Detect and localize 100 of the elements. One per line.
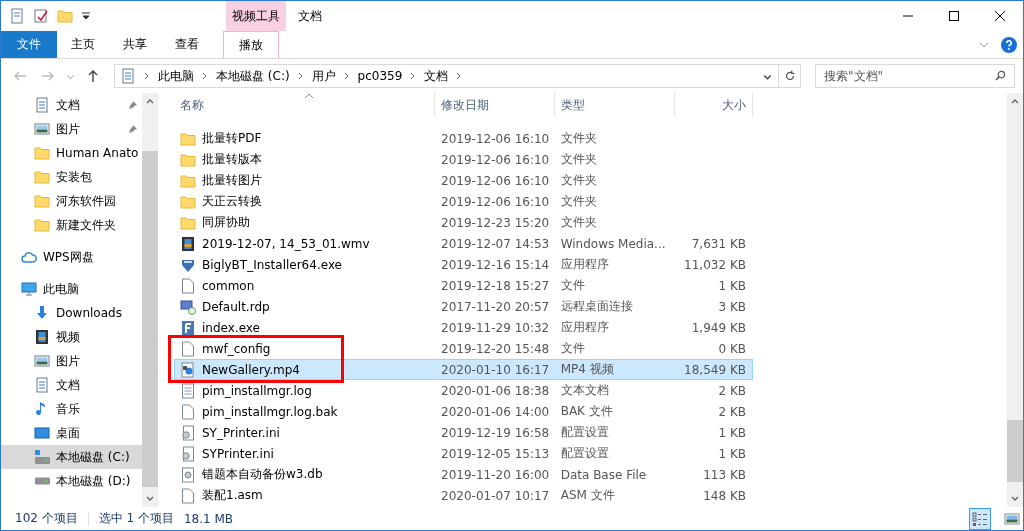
- file-row[interactable]: NewGallery.mp4 2020-01-10 16:17 MP4 视频 18,549 KB: [174, 359, 753, 380]
- file-row[interactable]: 批量转图片 2019-12-06 16:10 文件夹: [174, 170, 753, 191]
- remote-desktop-icon: [180, 298, 196, 315]
- chevron-icon[interactable]: [456, 72, 463, 80]
- ribbon-tab[interactable]: 查看: [161, 31, 213, 58]
- file-row[interactable]: SYPrinter.ini 2019-12-05 15:13 配置设置 1 KB: [174, 443, 753, 464]
- film-icon: [180, 235, 196, 252]
- file-row[interactable]: pim_installmgr.log.bak 2020-01-06 14:00 BAK 文件 2 KB: [174, 401, 753, 422]
- file-row[interactable]: 批量转版本 2019-12-06 16:10 文件夹: [174, 149, 753, 170]
- context-tab-group: 视频工具: [226, 1, 286, 31]
- table-cell: 1 KB: [718, 446, 746, 461]
- sidebar-item[interactable]: 桌面: [1, 421, 142, 445]
- column-header[interactable]: 名称: [174, 93, 435, 117]
- file-row[interactable]: BiglyBT_Installer64.exe 2019-12-16 15:14 应用程序 11,032 KB: [174, 254, 753, 275]
- file-row[interactable]: mwf_config 2019-12-20 15:48 文件 0 KB: [174, 338, 753, 359]
- sidebar-item[interactable]: 文档: [1, 373, 142, 397]
- chevron-icon[interactable]: [410, 72, 417, 80]
- help-icon[interactable]: [1001, 36, 1017, 53]
- table-cell: 113 KB: [703, 467, 746, 482]
- drive-icon: [34, 449, 50, 465]
- table-cell-text: 2017-11-20 20:57: [440, 298, 551, 316]
- file-row[interactable]: Default.rdp 2017-11-20 20:57 远程桌面连接 3 KB: [174, 296, 753, 317]
- breadcrumb[interactable]: pc0359: [357, 69, 403, 83]
- column-header[interactable]: 类型: [555, 93, 675, 117]
- scroll-thumb[interactable]: [142, 151, 158, 487]
- chevron-icon[interactable]: [202, 72, 208, 80]
- file-row[interactable]: 错题本自动备份w3.db 2019-11-20 16:00 Data Base File 113 KB: [174, 464, 753, 485]
- column-header[interactable]: 修改日期: [435, 93, 555, 117]
- sidebar-item[interactable]: 本地磁盘 (D:): [1, 469, 142, 493]
- file-row[interactable]: 2019-12-07, 14_53_01.wmv 2019-12-07 14:53 Windows Media... 7,631 KB: [174, 233, 753, 254]
- breadcrumb[interactable]: 文档: [424, 67, 449, 85]
- details-view-button[interactable]: [969, 507, 991, 530]
- table-cell-text: 2019-12-06 16:10: [440, 130, 551, 148]
- breadcrumb[interactable]: 此电脑: [158, 67, 194, 85]
- table-cell: 0 KB: [718, 341, 746, 356]
- file-icon: [180, 403, 196, 420]
- file-name: index.exe: [202, 320, 260, 335]
- file-row[interactable]: SY_Printer.ini 2019-12-19 16:58 配置设置 1 KB: [174, 422, 753, 443]
- table-cell: 2 KB: [718, 404, 746, 419]
- table-cell-text: 2019-12-06 16:10: [440, 193, 551, 211]
- sidebar-item[interactable]: Downloads: [1, 301, 142, 325]
- chevron-icon[interactable]: [144, 72, 150, 80]
- table-cell-text: 2020-01-07 10:17: [440, 487, 551, 505]
- column-header[interactable]: 大小: [675, 93, 753, 117]
- folder-icon: [34, 145, 50, 161]
- sidebar-item[interactable]: 视频: [1, 325, 142, 349]
- sidebar-item[interactable]: WPS网盘: [1, 245, 142, 269]
- table-cell-text: 2020-01-06 14:00: [440, 403, 551, 421]
- search-field[interactable]: 搜索"文档": [815, 64, 1015, 88]
- download-icon: [34, 305, 50, 321]
- table-cell: 1 KB: [718, 278, 746, 293]
- ribbon-tab[interactable]: 播放: [223, 31, 279, 58]
- file-row[interactable]: 天正云转换 2019-12-06 16:10 文件夹: [174, 191, 753, 212]
- drive-icon: [34, 477, 50, 485]
- ribbon-tab[interactable]: 共享: [109, 31, 161, 58]
- table-cell-text: 文件夹: [559, 193, 598, 210]
- table-cell-text: 2019-12-06 16:10: [440, 151, 551, 169]
- table-cell-text: 配置设置: [559, 445, 610, 462]
- sidebar-item[interactable]: Human Anato: [1, 141, 142, 165]
- breadcrumb[interactable]: 本地磁盘 (C:): [216, 67, 290, 85]
- folder-icon: [34, 217, 50, 233]
- sidebar-item[interactable]: 河东软件园: [1, 189, 142, 213]
- sidebar-item[interactable]: 文档: [1, 93, 142, 117]
- folder-icon: [34, 169, 50, 185]
- sidebar-item[interactable]: 此电脑: [1, 277, 142, 301]
- file-name: 批量转版本: [202, 151, 262, 168]
- table-cell-text: 2019-12-07 14:53: [440, 235, 551, 253]
- dropdown-icon[interactable]: [81, 11, 91, 21]
- sidebar-item[interactable]: 图片: [1, 349, 142, 373]
- table-cell-text: ASM 文件: [559, 487, 616, 504]
- file-icon: [180, 340, 196, 357]
- breadcrumb[interactable]: 用户: [311, 67, 336, 85]
- file-name: pim_installmgr.log: [202, 383, 312, 398]
- file-row[interactable]: index.exe 2019-11-29 10:32 应用程序 1,949 KB: [174, 317, 753, 338]
- ribbon-tab[interactable]: 主页: [57, 31, 109, 58]
- scrollbar[interactable]: [1007, 93, 1023, 507]
- file-row[interactable]: 批量转PDF 2019-12-06 16:10 文件夹: [174, 128, 753, 149]
- table-cell-text: 2019-12-05 15:13: [440, 445, 551, 463]
- file-name: Default.rdp: [202, 299, 270, 314]
- sidebar-item[interactable]: 图片: [1, 117, 142, 141]
- sidebar-item[interactable]: 本地磁盘 (C:): [1, 445, 142, 469]
- document-icon: [120, 68, 136, 84]
- file-tab[interactable]: 文件: [1, 31, 57, 58]
- address-bar[interactable]: 此电脑 本地磁盘 (C:) 用户 pc0359 文档: [114, 64, 779, 88]
- chevron-icon[interactable]: [297, 72, 304, 80]
- refresh-button[interactable]: [779, 64, 801, 88]
- table-cell-text: BAK 文件: [559, 403, 614, 420]
- file-row[interactable]: common 2019-12-18 15:27 文件 1 KB: [174, 275, 753, 296]
- folder-icon: [180, 214, 196, 231]
- sidebar-item[interactable]: 安装包: [1, 165, 142, 189]
- file-row[interactable]: pim_installmgr.log 2020-01-06 18:38 文本文档 2 KB: [174, 380, 753, 401]
- sidebar-item[interactable]: 音乐: [1, 397, 142, 421]
- scroll-thumb[interactable]: [1007, 420, 1023, 483]
- scrollbar[interactable]: [142, 93, 158, 507]
- check-icon[interactable]: [33, 8, 49, 24]
- sidebar-item[interactable]: 新建文件夹: [1, 213, 142, 237]
- file-row[interactable]: 装配1.asm 2020-01-07 10:17 ASM 文件 148 KB: [174, 485, 753, 506]
- chevron-icon[interactable]: [343, 72, 350, 80]
- file-row[interactable]: 同屏协助 2019-12-23 15:20 文件夹: [174, 212, 753, 233]
- document-icon: [34, 377, 50, 393]
